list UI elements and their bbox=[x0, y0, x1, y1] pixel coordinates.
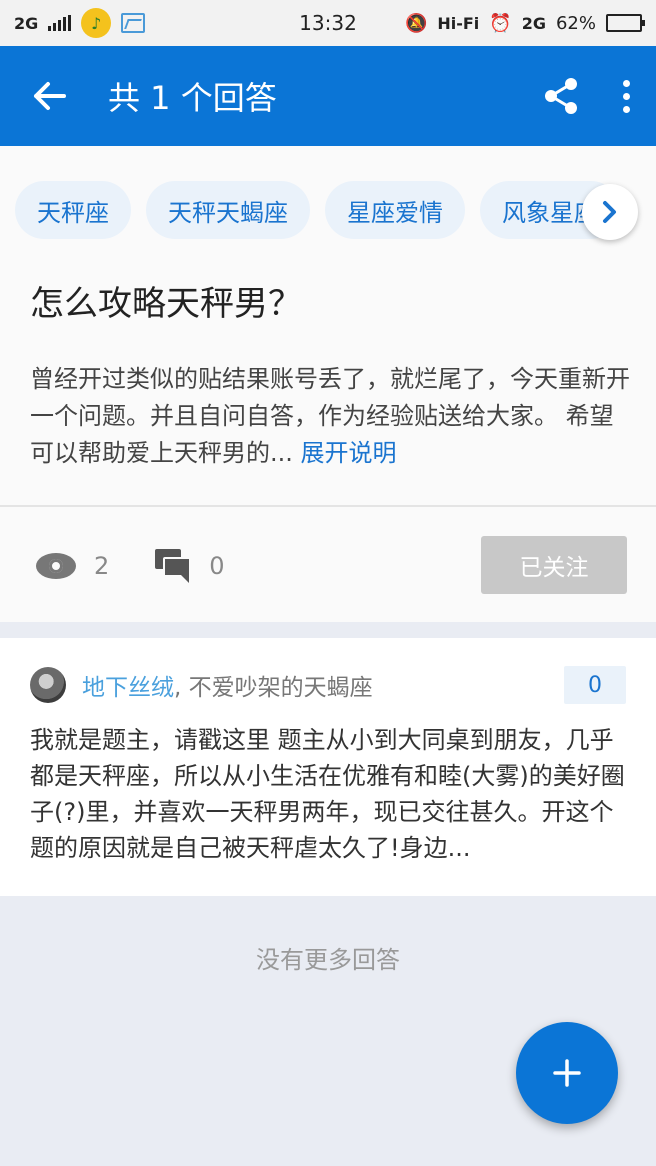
chevron-right-icon bbox=[603, 201, 616, 223]
network-type: 2G bbox=[14, 13, 39, 33]
add-answer-button[interactable] bbox=[516, 1022, 618, 1124]
comment-icon[interactable] bbox=[155, 549, 192, 583]
expand-link[interactable]: 展开说明 bbox=[301, 439, 397, 467]
author-name[interactable]: 地下丝绒 bbox=[82, 668, 174, 702]
comment-count: 0 bbox=[209, 552, 225, 580]
follow-button[interactable]: 已关注 bbox=[481, 536, 627, 594]
signal-icon bbox=[48, 15, 72, 31]
alarm-icon: ⏰ bbox=[489, 12, 512, 34]
status-right: 🔕 Hi-Fi ⏰ 2G 62% bbox=[404, 12, 645, 34]
status-left: 2G ♪ bbox=[14, 8, 146, 38]
network-type-2: 2G bbox=[521, 13, 546, 33]
hifi-label: Hi-Fi bbox=[437, 13, 480, 33]
answer-card[interactable]: 地下丝绒 , 不爱吵架的天蝎座 0 我就是题主，请戳这里 题主从小到大同桌到朋友… bbox=[0, 638, 656, 896]
tag-item[interactable]: 天秤座 bbox=[15, 181, 131, 239]
share-button[interactable] bbox=[526, 46, 596, 146]
app-bar: 共 1 个回答 bbox=[0, 46, 656, 146]
status-bar: 2G ♪ 13:32 🔕 Hi-Fi ⏰ 2G 62% bbox=[0, 0, 656, 46]
mute-icon: 🔕 bbox=[404, 12, 428, 34]
question-stats: 2 0 bbox=[36, 536, 225, 596]
more-vert-icon bbox=[622, 79, 630, 113]
eye-icon bbox=[36, 553, 76, 579]
answer-header: 地下丝绒 , 不爱吵架的天蝎座 0 bbox=[30, 666, 626, 704]
question-card: 天秤座 天秤天蝎座 星座爱情 风象星座 怎么攻略天秤男？ 曾经开过类似的贴结果账… bbox=[0, 146, 656, 622]
question-description: 曾经开过类似的贴结果账号丢了，就烂尾了，今天重新开一个问题。并且自问自答，作为经… bbox=[30, 361, 630, 472]
music-app-icon: ♪ bbox=[81, 8, 112, 38]
tag-list: 天秤座 天秤天蝎座 星座爱情 风象星座 bbox=[15, 181, 656, 241]
tags-next-button[interactable] bbox=[582, 184, 638, 240]
image-notification-icon bbox=[121, 13, 146, 33]
share-icon bbox=[545, 78, 577, 114]
arrow-left-icon bbox=[34, 82, 66, 110]
view-count: 2 bbox=[94, 552, 110, 580]
tag-item[interactable]: 天秤天蝎座 bbox=[146, 181, 310, 239]
vote-count-badge: 0 bbox=[564, 666, 626, 704]
question-title: 怎么攻略天秤男？ bbox=[30, 284, 302, 324]
status-time: 13:32 bbox=[299, 11, 357, 35]
page-title: 共 1 个回答 bbox=[108, 79, 277, 117]
no-more-answers: 没有更多回答 bbox=[256, 946, 400, 974]
battery-icon bbox=[606, 14, 645, 32]
back-button[interactable] bbox=[0, 46, 100, 146]
answer-excerpt[interactable]: 我就是题主，请戳这里 题主从小到大同桌到朋友，几乎都是天秤座，所以从小生活在优雅… bbox=[30, 722, 626, 866]
plus-icon bbox=[553, 1059, 581, 1087]
more-options-button[interactable] bbox=[596, 46, 656, 146]
divider bbox=[0, 505, 656, 507]
author-bio: , 不爱吵架的天蝎座 bbox=[174, 675, 373, 701]
tag-item[interactable]: 星座爱情 bbox=[325, 181, 465, 239]
avatar[interactable] bbox=[30, 667, 66, 703]
battery-percent: 62% bbox=[555, 12, 596, 34]
